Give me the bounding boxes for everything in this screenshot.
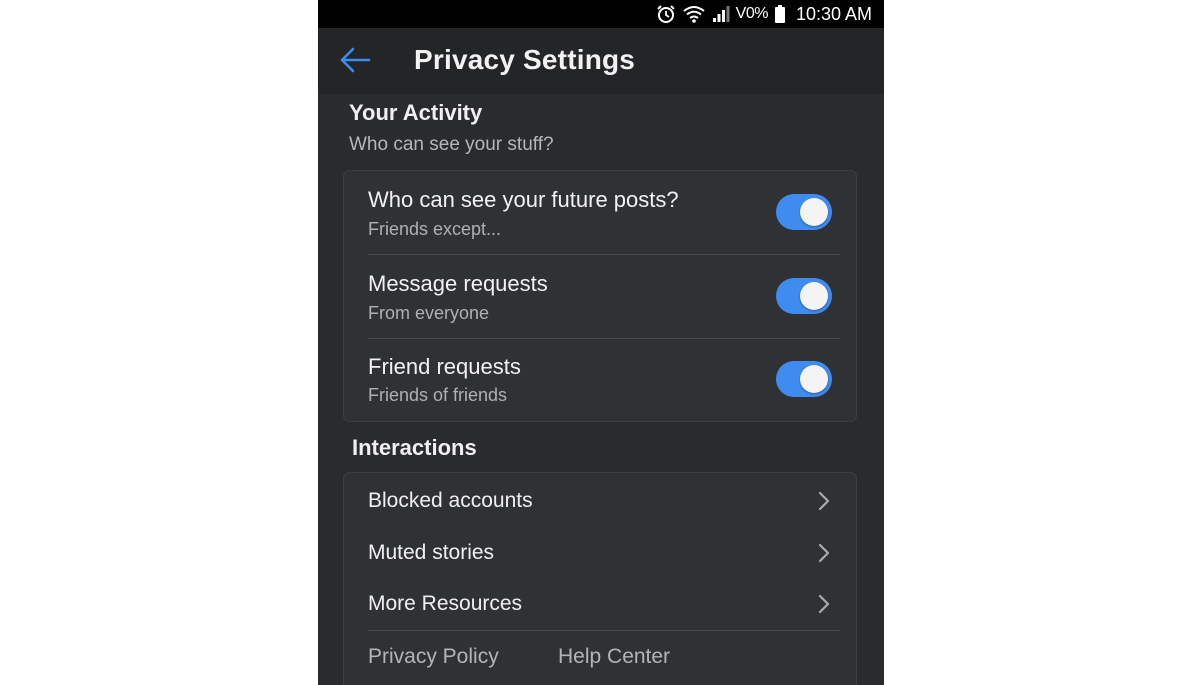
setting-label: Message requests bbox=[368, 271, 548, 296]
wifi-icon bbox=[682, 4, 706, 24]
future-posts-toggle[interactable] bbox=[776, 194, 832, 230]
setting-value: Friends of friends bbox=[368, 385, 508, 405]
status-time: 10:30 AM bbox=[795, 3, 872, 24]
page-title: Privacy Settings bbox=[414, 44, 636, 75]
status-icons: V0% 10:30 AM bbox=[656, 0, 872, 28]
back-button[interactable] bbox=[338, 45, 372, 79]
toggle-knob bbox=[800, 198, 828, 226]
footer-links: Privacy Policy Help Center bbox=[368, 645, 838, 675]
setting-value: From everyone bbox=[368, 303, 490, 323]
nav-row-muted-stories[interactable]: Muted stories bbox=[344, 527, 856, 579]
nav-row-more-resources[interactable]: More Resources bbox=[344, 578, 856, 630]
network-label: V0% bbox=[735, 5, 769, 22]
toggle-knob bbox=[800, 282, 828, 310]
message-requests-toggle[interactable] bbox=[776, 278, 832, 314]
setting-row-message-requests[interactable]: Message requests From everyone bbox=[344, 255, 856, 339]
section-title-your-activity: Your Activity bbox=[349, 100, 483, 125]
setting-row-future-posts[interactable]: Who can see your future posts? Friends e… bbox=[344, 171, 856, 255]
toggle-knob bbox=[800, 365, 828, 393]
setting-label: Friend requests bbox=[368, 354, 521, 379]
signal-icon bbox=[712, 5, 730, 23]
chevron-right-icon bbox=[818, 491, 830, 516]
app-bar: Privacy Settings bbox=[318, 28, 884, 94]
privacy-policy-link[interactable]: Privacy Policy bbox=[368, 645, 499, 669]
setting-label: Who can see your future posts? bbox=[368, 187, 679, 212]
chevron-right-icon bbox=[818, 543, 830, 568]
interactions-card: Blocked accounts Muted stories More Reso… bbox=[343, 472, 857, 685]
arrow-left-icon bbox=[339, 46, 371, 79]
alarm-icon bbox=[656, 4, 676, 24]
section-title-interactions: Interactions bbox=[352, 435, 477, 460]
phone-screen: V0% 10:30 AM Privacy Settings Your Activ… bbox=[318, 0, 884, 685]
your-activity-card: Who can see your future posts? Friends e… bbox=[343, 170, 857, 422]
chevron-right-icon bbox=[818, 594, 830, 619]
setting-row-friend-requests[interactable]: Friend requests Friends of friends bbox=[344, 339, 856, 423]
settings-content: Your Activity Who can see your stuff? Wh… bbox=[318, 94, 884, 685]
friend-requests-toggle[interactable] bbox=[776, 361, 832, 397]
status-bar: V0% 10:30 AM bbox=[318, 0, 884, 28]
nav-label: Blocked accounts bbox=[368, 489, 533, 512]
divider bbox=[368, 630, 840, 631]
setting-value: Friends except... bbox=[368, 219, 502, 239]
nav-row-blocked-accounts[interactable]: Blocked accounts bbox=[344, 475, 856, 527]
nav-label: More Resources bbox=[368, 592, 523, 615]
section-subtitle-your-activity: Who can see your stuff? bbox=[349, 134, 554, 155]
battery-icon bbox=[774, 4, 786, 24]
help-center-link[interactable]: Help Center bbox=[558, 645, 670, 669]
nav-label: Muted stories bbox=[368, 541, 495, 564]
